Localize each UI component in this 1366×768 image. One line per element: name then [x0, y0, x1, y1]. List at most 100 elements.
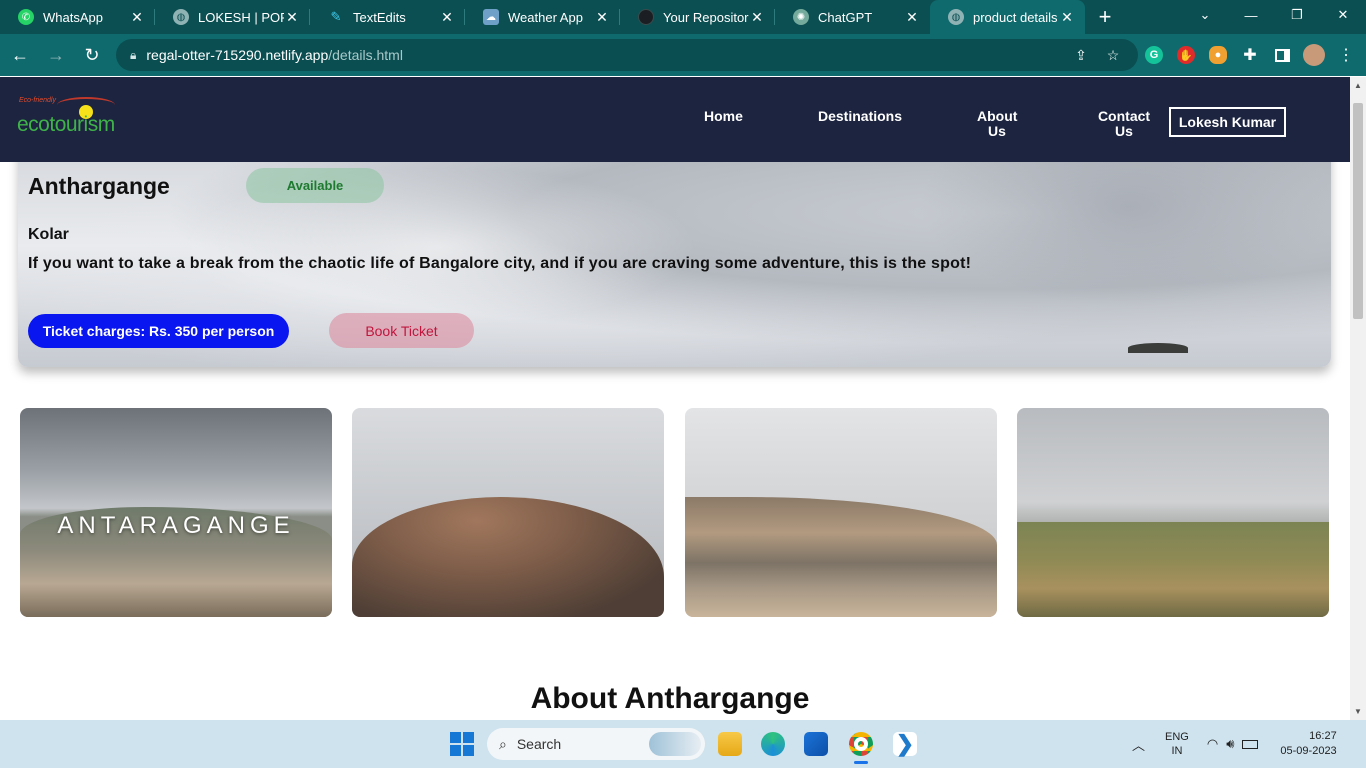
- github-icon: [638, 9, 654, 25]
- file-explorer-icon[interactable]: [714, 728, 746, 760]
- ticket-price-button[interactable]: Ticket charges: Rs. 350 per person: [28, 314, 289, 348]
- vscode-icon[interactable]: ❯: [889, 728, 921, 760]
- tab-product-details[interactable]: ◍ product details ✕: [930, 0, 1085, 34]
- about-heading: About Anthargange: [530, 682, 810, 715]
- photo-caption: ANTARAGANGE: [57, 512, 295, 539]
- side-panel-button[interactable]: [1266, 39, 1298, 71]
- new-tab-button[interactable]: +: [1085, 0, 1125, 34]
- whatsapp-icon: ✆: [18, 9, 34, 25]
- gallery-photo[interactable]: [685, 408, 997, 617]
- close-window-icon[interactable]: ✕: [1320, 0, 1366, 30]
- nav-home[interactable]: Home: [704, 109, 743, 124]
- tab-label: Your Repositories: [663, 9, 749, 25]
- nav-contact-us[interactable]: Contact Us: [1097, 109, 1151, 139]
- restore-icon[interactable]: ❐: [1274, 0, 1320, 30]
- extension-bulb[interactable]: ●: [1202, 39, 1234, 71]
- microsoft-store-icon[interactable]: [800, 728, 832, 760]
- lang-top: ENG: [1165, 731, 1189, 743]
- page-viewport: Anthargange Available Kolar If you want …: [0, 77, 1350, 720]
- close-icon[interactable]: ✕: [749, 9, 765, 26]
- tab-label: product details: [973, 9, 1058, 25]
- user-profile-button[interactable]: Lokesh Kumar: [1169, 107, 1286, 137]
- window-controls: ⌄ — ❐ ✕: [1182, 0, 1366, 34]
- pen-icon: ✎: [330, 9, 342, 24]
- gallery-photo[interactable]: ANTARAGANGE: [20, 408, 332, 617]
- profile-button[interactable]: [1298, 39, 1330, 71]
- photo-gallery: ANTARAGANGE: [20, 408, 1330, 617]
- clock-date: 05-09-2023: [1280, 745, 1337, 757]
- globe-icon: ◍: [173, 9, 189, 25]
- tab-label: LOKESH | PORTFO: [198, 9, 284, 25]
- kebab-menu-icon: ⋮: [1338, 47, 1354, 64]
- edge-icon[interactable]: [757, 728, 789, 760]
- scrollbar-thumb[interactable]: [1353, 103, 1363, 319]
- close-icon[interactable]: ✕: [1059, 9, 1075, 26]
- puzzle-icon: ✚: [1243, 47, 1257, 64]
- browser-menu-button[interactable]: ⋮: [1330, 39, 1362, 71]
- back-icon[interactable]: ←: [4, 39, 36, 71]
- windows-start-icon[interactable]: [450, 732, 474, 756]
- globe-icon: ◍: [948, 9, 964, 25]
- adblock-extension[interactable]: ✋: [1170, 39, 1202, 71]
- url-path: /details.html: [328, 47, 403, 63]
- search-highlight-image: [649, 732, 701, 756]
- bookmark-star-icon[interactable]: ☆: [1102, 47, 1124, 64]
- close-icon[interactable]: ✕: [904, 9, 920, 26]
- nav-destinations-label: Destinations: [818, 108, 903, 124]
- grammarly-extension[interactable]: G: [1138, 39, 1170, 71]
- nav-destinations[interactable]: Destinations: [818, 109, 902, 124]
- lang-bottom: IN: [1171, 745, 1183, 757]
- minimize-icon[interactable]: —: [1228, 0, 1274, 30]
- destination-region: Kolar: [28, 226, 69, 243]
- scroll-down-icon[interactable]: ▼: [1354, 707, 1362, 716]
- taskbar-search[interactable]: ⌕ Search: [487, 728, 705, 760]
- battery-icon[interactable]: [1242, 739, 1259, 749]
- tab-weather-app[interactable]: ☁ Weather App ✕: [465, 0, 620, 34]
- chrome-icon[interactable]: [845, 728, 877, 764]
- volume-icon[interactable]: 🔊︎: [1226, 736, 1234, 752]
- destination-hero-card: Anthargange Available Kolar If you want …: [18, 147, 1331, 367]
- windows-taskbar: ⌕ Search ❯ ︿ ENG IN ◠ 🔊︎ 16:27 05-09-202…: [0, 720, 1366, 768]
- nav-about-label-line2: Us: [988, 123, 1006, 139]
- page-scrollbar[interactable]: ▲ ▼: [1350, 77, 1366, 720]
- nav-about-us[interactable]: About Us: [977, 109, 1017, 139]
- system-tray: ︿ ENG IN ◠ 🔊︎ 16:27 05-09-2023: [1132, 720, 1337, 768]
- tab-portfolio[interactable]: ◍ LOKESH | PORTFO ✕: [155, 0, 310, 34]
- clock[interactable]: 16:27 05-09-2023: [1280, 729, 1336, 759]
- gallery-photo[interactable]: [1017, 408, 1329, 617]
- tab-search-icon[interactable]: ⌄: [1182, 0, 1228, 30]
- tab-textedits[interactable]: ✎ TextEdits ✕: [310, 0, 465, 34]
- destination-description: If you want to take a break from the cha…: [28, 255, 972, 272]
- tab-repositories[interactable]: Your Repositories ✕: [620, 0, 775, 34]
- availability-badge: Available: [246, 168, 384, 203]
- forward-icon[interactable]: →: [40, 39, 72, 71]
- avatar: [1303, 44, 1325, 66]
- search-icon: ⌕: [499, 735, 507, 752]
- gallery-photo[interactable]: [352, 408, 664, 617]
- taskbar-search-label: Search: [516, 736, 562, 752]
- tab-chatgpt[interactable]: ✺ ChatGPT ✕: [775, 0, 930, 34]
- share-icon[interactable]: ⇪: [1070, 47, 1092, 64]
- wifi-icon[interactable]: ◠: [1207, 736, 1218, 752]
- address-bar[interactable]: 🔒︎ regal-otter-715290.netlify.app /detai…: [116, 39, 1138, 71]
- close-icon[interactable]: ✕: [129, 9, 145, 26]
- tab-whatsapp[interactable]: ✆ WhatsApp ✕: [0, 0, 155, 34]
- reload-icon[interactable]: ↻: [76, 39, 108, 71]
- language-indicator[interactable]: ENG IN: [1165, 730, 1189, 758]
- adblock-icon: ✋: [1177, 46, 1195, 64]
- close-icon[interactable]: ✕: [284, 9, 300, 26]
- tab-label: ChatGPT: [818, 9, 873, 25]
- site-navbar: Eco-friendly ecotourism Home Destination…: [0, 77, 1350, 162]
- grammarly-icon: G: [1145, 46, 1163, 64]
- scroll-up-icon[interactable]: ▲: [1354, 81, 1362, 90]
- nav-home-label: Home: [704, 108, 743, 124]
- close-icon[interactable]: ✕: [594, 9, 610, 26]
- chevron-up-icon[interactable]: ︿: [1132, 735, 1145, 754]
- book-ticket-button[interactable]: Book Ticket: [329, 313, 474, 348]
- browser-tab-strip: ✆ WhatsApp ✕ ◍ LOKESH | PORTFO ✕ ✎ TextE…: [0, 0, 1366, 34]
- nav-contact-label-line2: Us: [1115, 123, 1133, 139]
- lock-icon[interactable]: 🔒︎: [130, 48, 136, 63]
- clock-time: 16:27: [1309, 730, 1337, 742]
- extensions-puzzle-button[interactable]: ✚: [1234, 39, 1266, 71]
- close-icon[interactable]: ✕: [439, 9, 455, 26]
